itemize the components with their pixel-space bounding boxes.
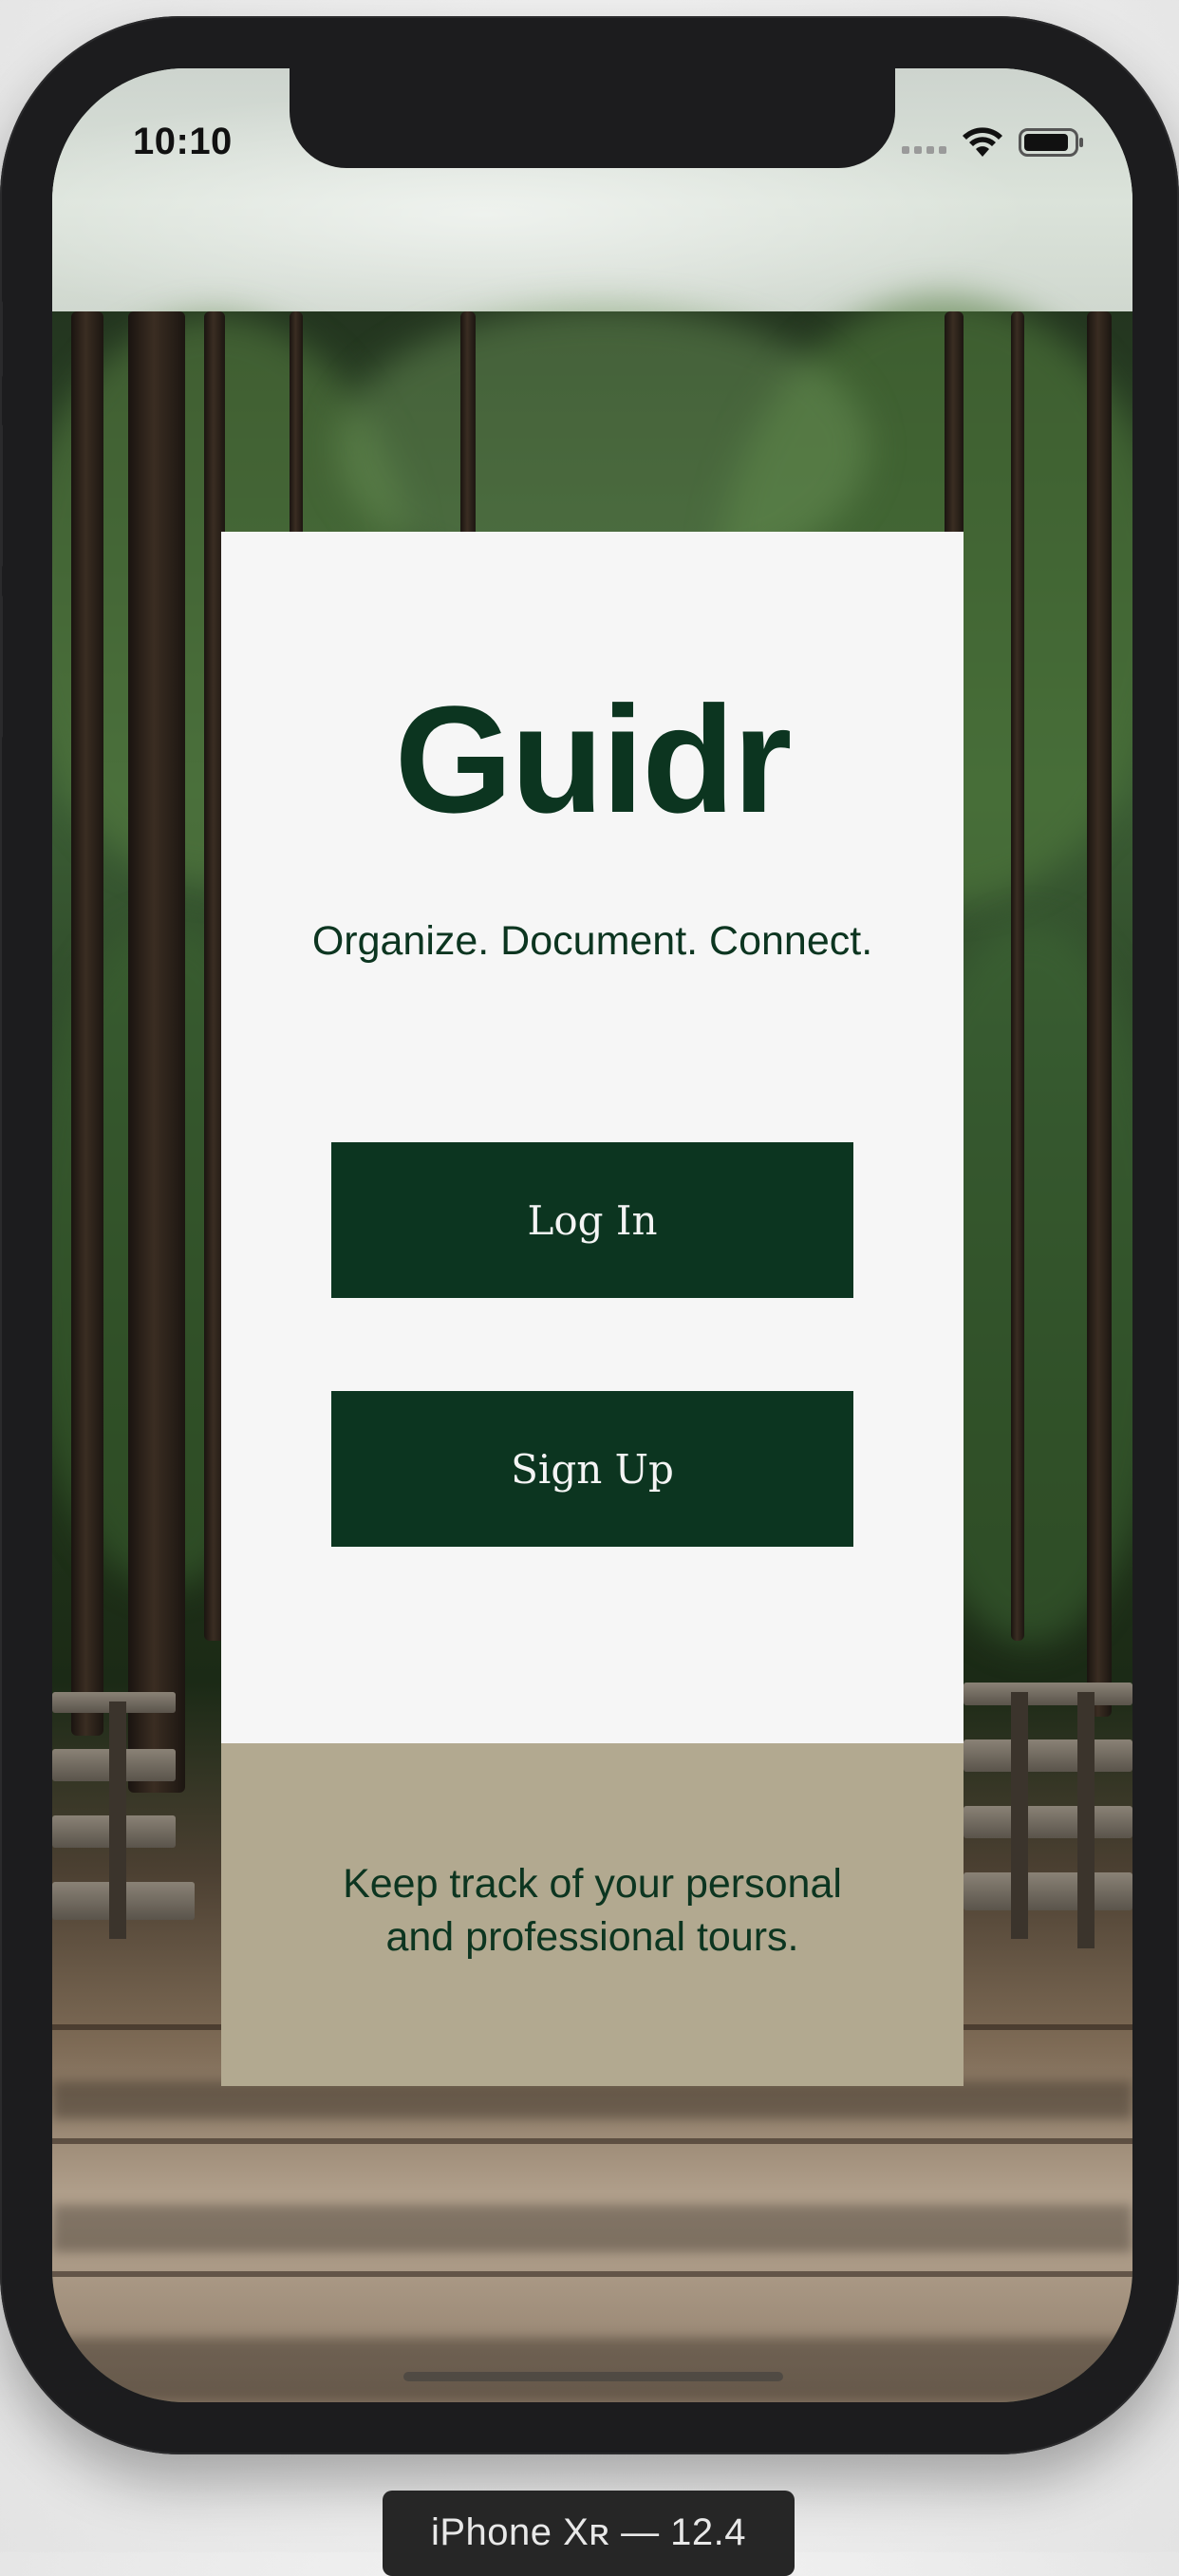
status-icons — [902, 123, 1085, 161]
tagline: Organize. Document. Connect. — [311, 918, 873, 964]
tree-trunk — [1087, 311, 1112, 1717]
bridge-rail — [964, 1872, 1132, 1910]
mute-switch — [0, 301, 3, 377]
app-title: Guidr — [394, 674, 793, 844]
plank-edge — [52, 2138, 1132, 2144]
welcome-card: Guidr Organize. Document. Connect. Log I… — [221, 532, 964, 1743]
tree-trunk — [1011, 311, 1024, 1641]
log-in-button[interactable]: Log In — [331, 1142, 853, 1298]
plank-edge — [52, 2271, 1132, 2277]
bridge-post — [109, 1702, 126, 1939]
tree-trunk — [128, 311, 185, 1793]
shadow-stripe — [52, 2338, 1132, 2402]
wifi-icon — [963, 127, 1002, 157]
bridge-rail — [964, 1683, 1132, 1705]
shadow-stripe — [52, 2205, 1132, 2252]
bridge-post — [1077, 1692, 1095, 1948]
tree-trunk — [71, 311, 103, 1736]
bridge-rail — [964, 1806, 1132, 1838]
status-time: 10:10 — [133, 121, 233, 162]
battery-icon — [1019, 128, 1083, 157]
notch — [290, 68, 895, 168]
bridge-post — [1011, 1692, 1028, 1939]
shadow-stripe — [52, 2081, 1132, 2119]
volume-down-button — [0, 595, 3, 738]
cellular-signal-icon — [902, 131, 946, 154]
bridge-rail — [964, 1739, 1132, 1772]
sign-up-button[interactable]: Sign Up — [331, 1391, 853, 1547]
footer-description: Keep track of your personal and professi… — [343, 1860, 842, 1960]
simulator-device-label: iPhone Xʀ — 12.4 — [383, 2491, 795, 2576]
card-footer: Keep track of your personal and professi… — [221, 1743, 964, 2086]
volume-up-button — [0, 424, 3, 567]
home-indicator[interactable] — [403, 2372, 783, 2381]
